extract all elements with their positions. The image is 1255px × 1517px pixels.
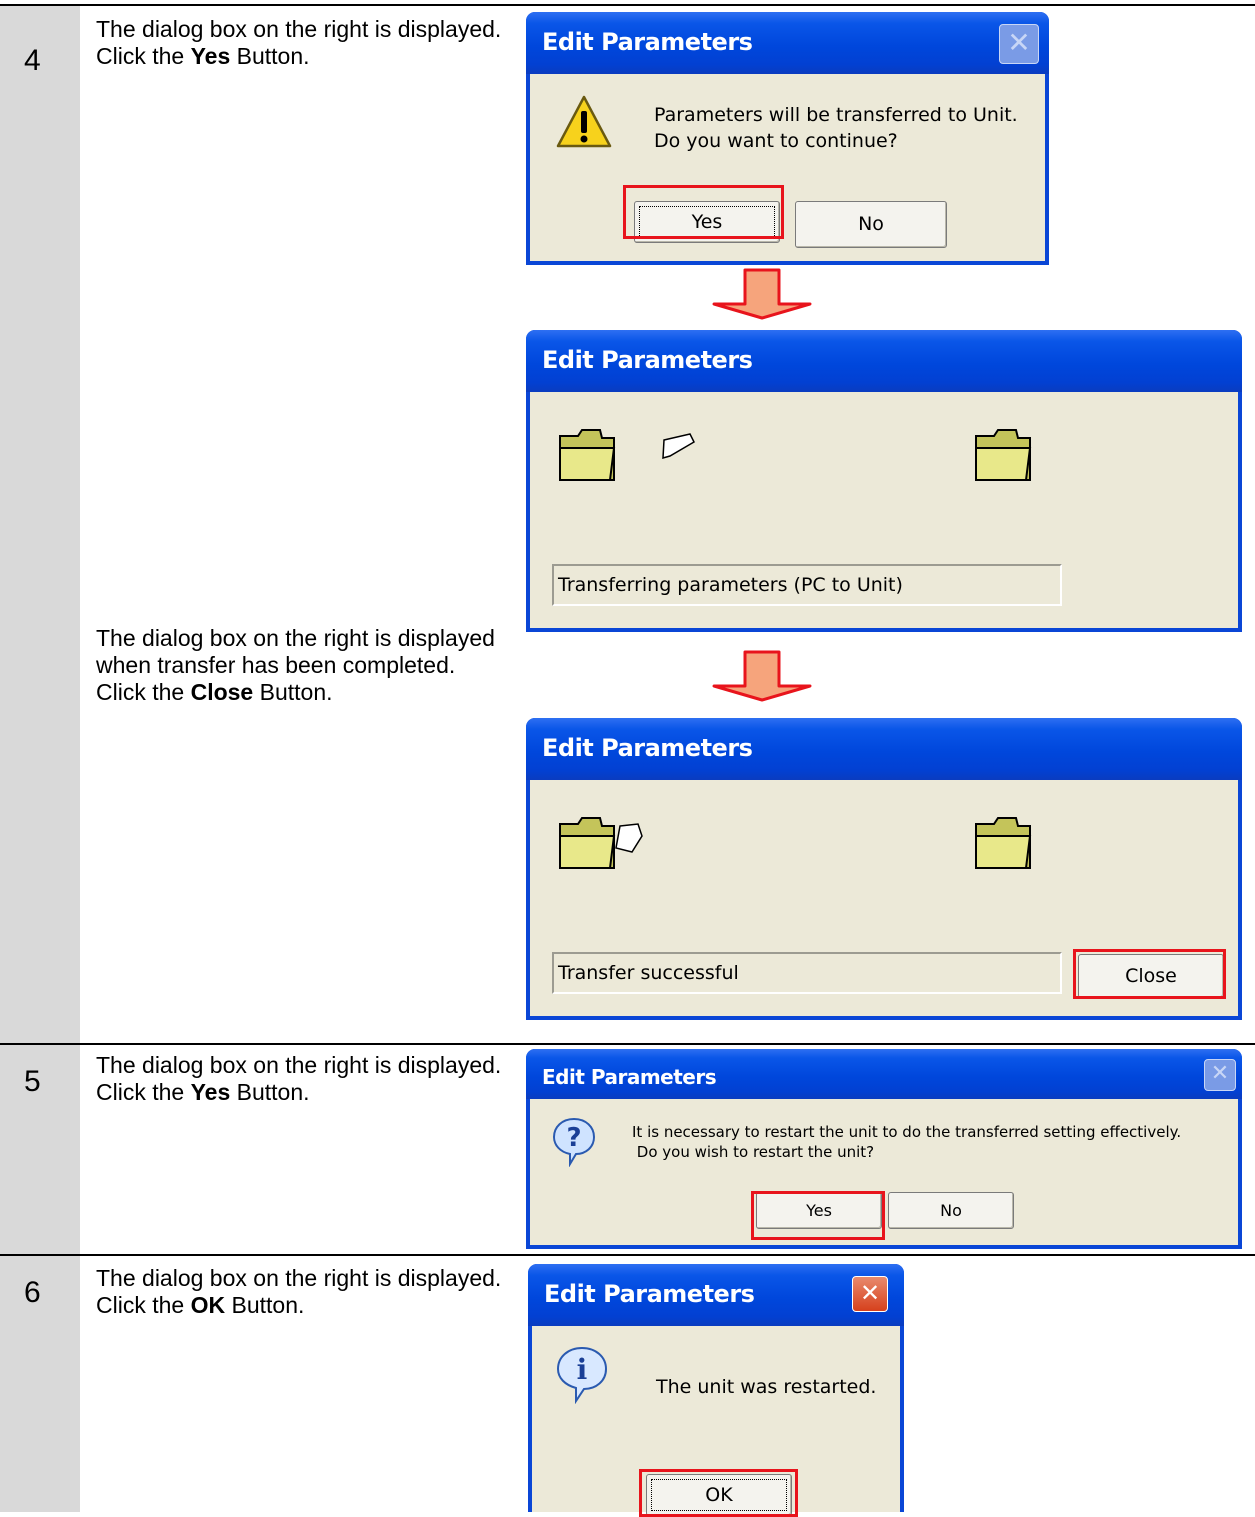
step-description: The dialog box on the right is displayed…: [96, 1052, 502, 1105]
info-icon: i: [556, 1346, 608, 1404]
dialog-message: The unit was restarted.: [656, 1376, 877, 1398]
dialog-message: Parameters will be transferred to Unit. …: [654, 104, 1018, 152]
status-field: Transfer successful: [552, 952, 1062, 994]
close-icon[interactable]: ✕: [1204, 1059, 1236, 1091]
close-icon[interactable]: ✕: [999, 24, 1039, 64]
step-description: The dialog box on the right is displayed…: [96, 1265, 502, 1318]
row-separator: [0, 4, 1255, 6]
step-number-cell: 4: [0, 6, 80, 1043]
paper-icon: [662, 433, 695, 460]
step-description: The dialog box on the right is displayed…: [96, 625, 495, 705]
title-bar: Edit Parameters ✕: [526, 12, 1049, 74]
dialog-message: It is necessary to restart the unit to d…: [632, 1123, 1182, 1161]
row-separator: [0, 1254, 1255, 1256]
question-icon: ?: [552, 1117, 596, 1167]
paper-icon: [615, 823, 643, 853]
down-arrow-icon: [712, 268, 812, 320]
dialog-body: Parameters will be transferred to Unit. …: [530, 74, 1045, 261]
dialog-title: Edit Parameters: [542, 734, 753, 762]
folder-icon: [975, 429, 1032, 481]
close-icon[interactable]: ✕: [852, 1276, 888, 1312]
step-description: The dialog box on the right is displayed…: [96, 16, 502, 69]
title-bar: Edit Parameters: [526, 330, 1242, 392]
transferring-dialog: Edit Parameters Transferring parameters …: [526, 330, 1242, 632]
dialog-title: Edit Parameters: [542, 28, 753, 56]
highlight-box: [1073, 949, 1226, 999]
warning-icon: [556, 95, 612, 148]
no-button[interactable]: No: [795, 201, 947, 248]
title-bar: Edit Parameters: [526, 718, 1242, 780]
down-arrow-icon: [712, 650, 812, 702]
step-number: 4: [24, 44, 41, 77]
dialog-title: Edit Parameters: [542, 1065, 717, 1089]
no-button[interactable]: No: [888, 1192, 1014, 1229]
highlight-box: [639, 1469, 798, 1517]
title-bar: Edit Parameters ✕: [526, 1049, 1242, 1099]
title-bar: Edit Parameters ✕: [528, 1264, 904, 1326]
dialog-title: Edit Parameters: [544, 1280, 755, 1308]
folder-icon: [559, 429, 616, 481]
folder-icon: [975, 817, 1032, 869]
svg-text:i: i: [577, 1353, 588, 1386]
row-separator: [0, 1043, 1255, 1045]
step-number: 5: [24, 1065, 41, 1098]
dialog-title: Edit Parameters: [542, 346, 753, 374]
confirm-dialog: Edit Parameters ✕ Parameters will be tra…: [526, 12, 1049, 265]
highlight-box: [751, 1191, 885, 1240]
step-number: 6: [24, 1276, 41, 1309]
dialog-body: Transferring parameters (PC to Unit): [530, 392, 1238, 628]
step-number-cell: 6: [0, 1256, 80, 1512]
folder-icon: [559, 817, 616, 869]
status-field: Transferring parameters (PC to Unit): [552, 564, 1062, 606]
svg-text:?: ?: [566, 1123, 581, 1153]
highlight-box: [623, 185, 784, 239]
step-number-cell: 5: [0, 1045, 80, 1254]
